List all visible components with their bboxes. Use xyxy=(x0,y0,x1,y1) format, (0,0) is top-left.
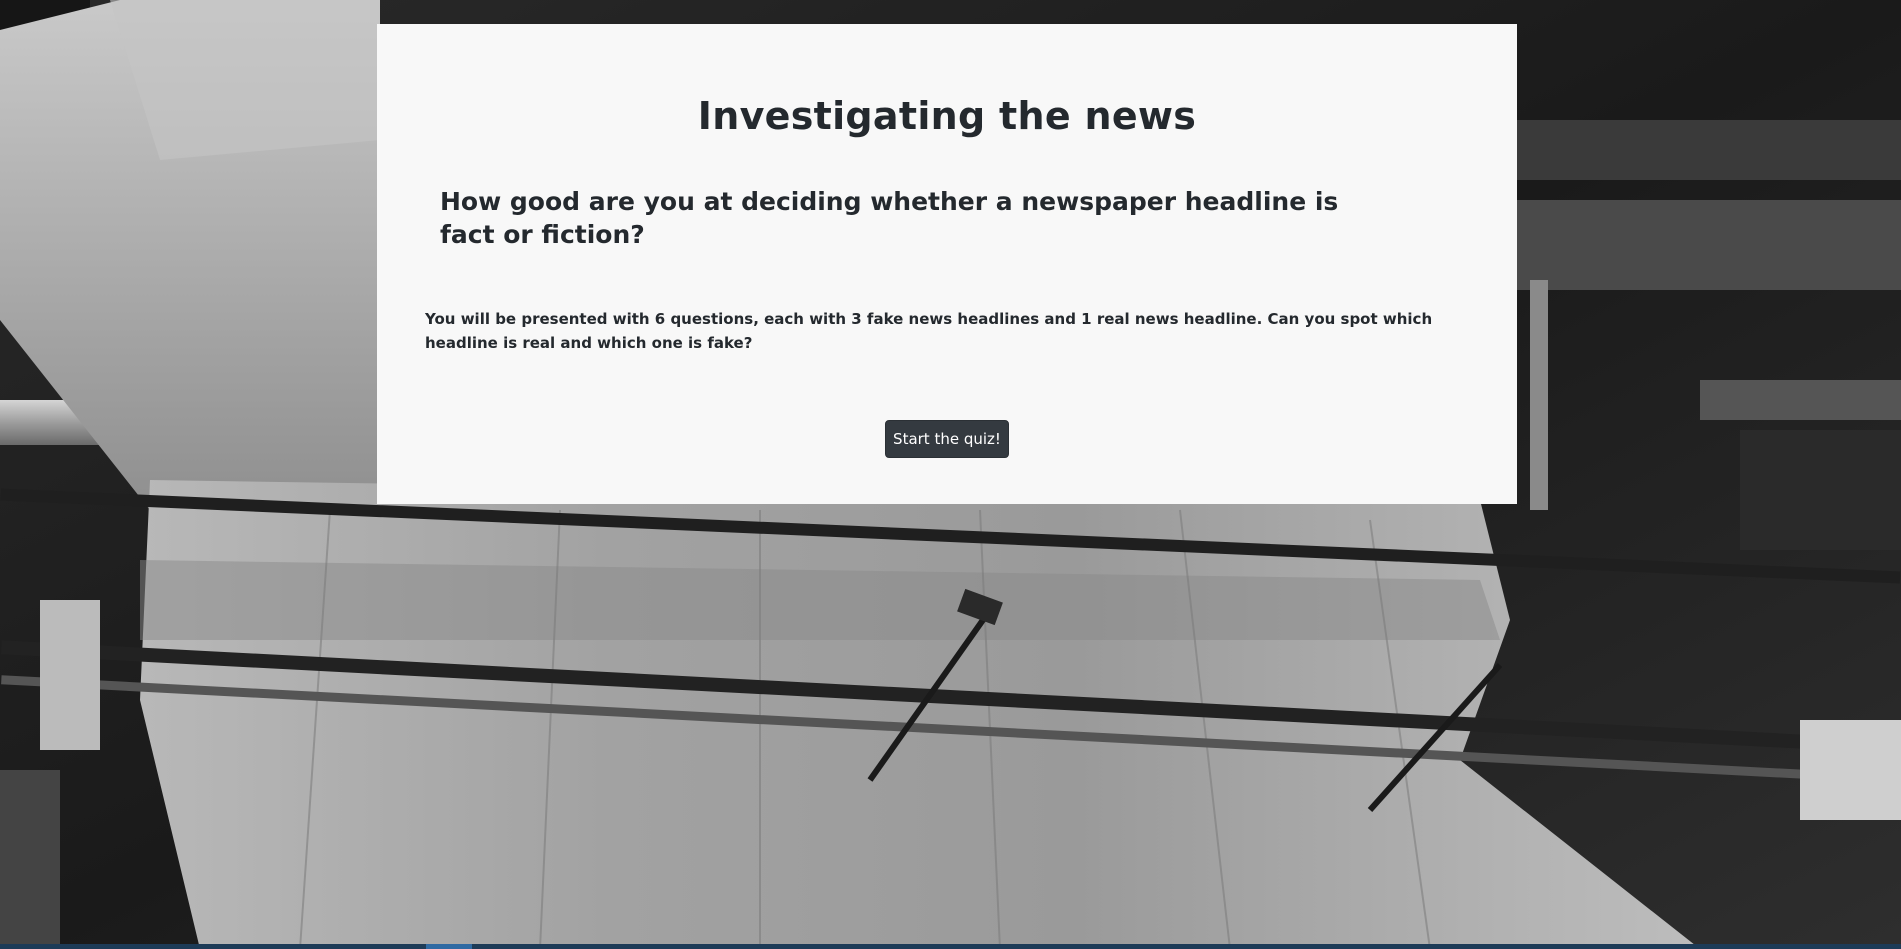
bottom-bar-accent xyxy=(426,944,472,949)
intro-text: You will be presented with 6 questions, … xyxy=(425,310,1433,352)
start-quiz-button[interactable]: Start the quiz! xyxy=(885,420,1009,458)
bottom-bar xyxy=(0,944,1901,949)
page-subtitle: How good are you at deciding whether a n… xyxy=(440,187,1339,249)
intro-card: Investigating the news How good are you … xyxy=(377,24,1517,504)
page-title: Investigating the news xyxy=(697,94,1197,138)
